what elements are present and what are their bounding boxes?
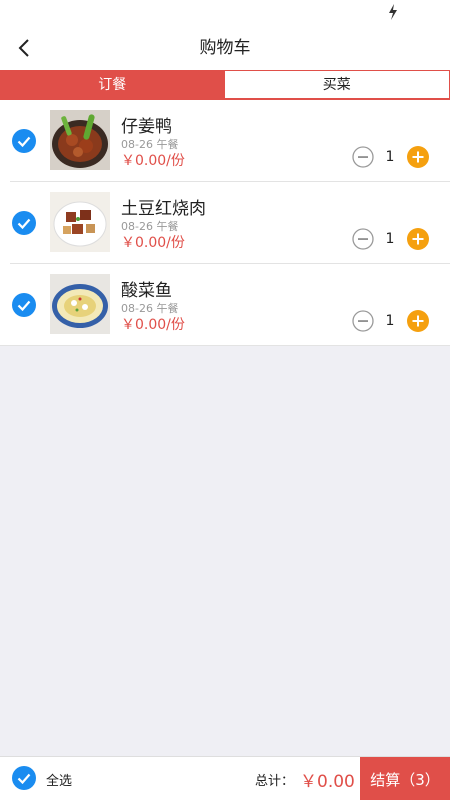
navigation-bar: 购物车 bbox=[0, 26, 450, 70]
dish-price: ￥0.00/份 bbox=[121, 235, 185, 251]
quantity-value: 1 bbox=[385, 313, 395, 329]
checkout-label: 结算 bbox=[370, 770, 401, 789]
total-value: ￥0.00 bbox=[300, 772, 355, 792]
quantity-value: 1 bbox=[385, 231, 395, 247]
checkout-button[interactable]: 结算 （3） bbox=[360, 757, 450, 800]
back-button[interactable] bbox=[8, 32, 40, 64]
checkout-count: （3） bbox=[400, 770, 440, 789]
dish-name: 仔姜鸭 bbox=[121, 117, 172, 137]
plus-icon[interactable] bbox=[407, 310, 429, 332]
chevron-left-icon bbox=[18, 39, 29, 57]
select-all-checkbox-icon[interactable] bbox=[12, 766, 36, 790]
select-all-label[interactable]: 全选 bbox=[46, 770, 72, 789]
checkbox-checked-icon[interactable] bbox=[12, 129, 36, 153]
checkout-bar: 全选 总计： ￥0.00 结算 （3） bbox=[0, 756, 450, 800]
dish-price: ￥0.00/份 bbox=[121, 153, 185, 169]
plus-icon[interactable] bbox=[407, 146, 429, 168]
tab-order-meal[interactable]: 订餐 bbox=[0, 70, 225, 98]
dish-name: 酸菜鱼 bbox=[121, 281, 172, 301]
cart-item: 仔姜鸭 08-26 午餐 ￥0.00/份 1 bbox=[0, 100, 450, 182]
minus-icon[interactable] bbox=[352, 228, 374, 250]
status-bar bbox=[0, 0, 450, 26]
tab-bar: 订餐 买菜 bbox=[0, 70, 450, 100]
dish-name: 土豆红烧肉 bbox=[121, 199, 206, 219]
total-label: 总计： bbox=[255, 774, 295, 789]
dish-image[interactable] bbox=[50, 192, 110, 252]
checkbox-checked-icon[interactable] bbox=[12, 293, 36, 317]
minus-icon[interactable] bbox=[352, 146, 374, 168]
plus-icon[interactable] bbox=[407, 228, 429, 250]
page-title: 购物车 bbox=[199, 38, 251, 58]
dish-image[interactable] bbox=[50, 274, 110, 334]
tab-buy-groceries[interactable]: 买菜 bbox=[224, 70, 450, 98]
dish-image[interactable] bbox=[50, 110, 110, 170]
minus-icon[interactable] bbox=[352, 310, 374, 332]
cart-item: 酸菜鱼 08-26 午餐 ￥0.00/份 1 bbox=[0, 264, 450, 346]
bolt-icon bbox=[389, 4, 397, 20]
row-divider bbox=[0, 345, 450, 346]
cart-list: 仔姜鸭 08-26 午餐 ￥0.00/份 1 土豆红烧肉 08-26 午餐 ￥0… bbox=[0, 100, 450, 346]
checkbox-checked-icon[interactable] bbox=[12, 211, 36, 235]
dish-price: ￥0.00/份 bbox=[121, 317, 185, 333]
quantity-value: 1 bbox=[385, 149, 395, 165]
cart-item: 土豆红烧肉 08-26 午餐 ￥0.00/份 1 bbox=[0, 182, 450, 264]
